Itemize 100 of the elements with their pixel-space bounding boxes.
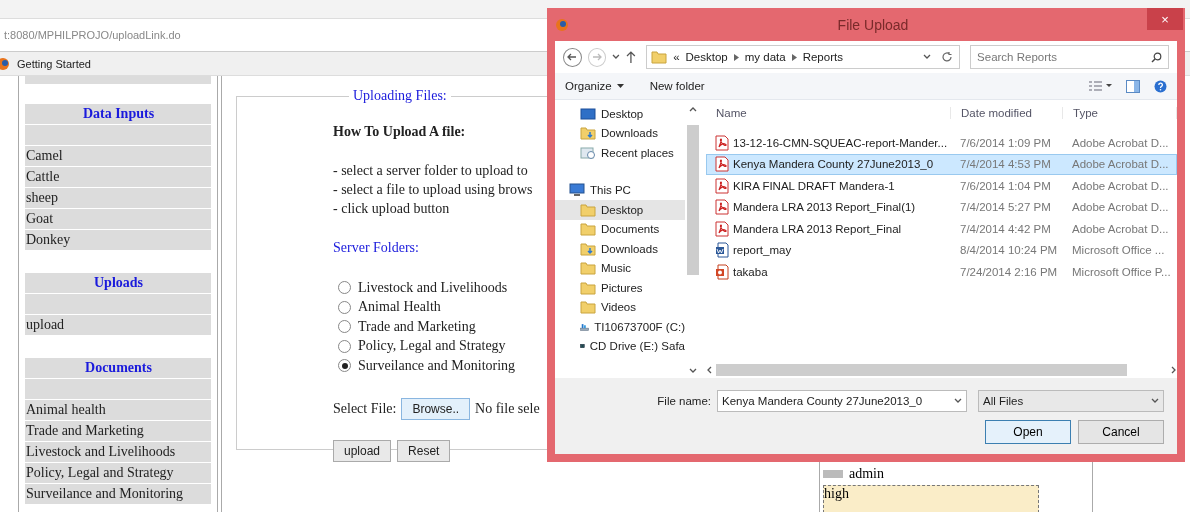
radio-label[interactable]: Livestock and Livelihoods	[358, 279, 508, 296]
file-date: 7/6/2014 1:09 PM	[959, 136, 1052, 149]
column-header[interactable]: Type	[1063, 107, 1177, 119]
view-options-icon[interactable]	[1088, 80, 1112, 92]
radio-label[interactable]: Policy, Legal and Strategy	[358, 338, 506, 355]
path-segment[interactable]: Desktop	[685, 51, 728, 63]
form-button[interactable]: Reset	[397, 439, 451, 462]
file-row[interactable]: KIRA FINAL DRAFT Mandera-1 7/6/2014 1:04 PM Adobe Acrobat D...	[706, 175, 1177, 197]
sidebar-link[interactable]: Policy, Legal and Strategy	[25, 463, 211, 483]
path-segment[interactable]: Reports	[802, 51, 843, 63]
nav-item[interactable]: Pictures	[555, 278, 685, 298]
dropdown-caret-icon[interactable]	[1151, 398, 1159, 404]
search-icon[interactable]	[1151, 51, 1162, 63]
folder-icon	[651, 50, 668, 64]
file-type: Adobe Acrobat D...	[1071, 136, 1170, 149]
file-date: 7/4/2014 5:27 PM	[959, 201, 1052, 214]
file-name-field[interactable]: Kenya Mandera County 27June2013_0	[717, 390, 967, 412]
nav-item[interactable]: Music	[555, 258, 685, 278]
pdf-file-icon	[715, 199, 729, 216]
nav-item[interactable]: Downloads	[555, 123, 685, 143]
folder-icon	[580, 300, 596, 315]
file-name: Mandera LRA 2013 Report_Final(1)	[733, 201, 916, 214]
recent-places-icon	[580, 145, 596, 160]
nav-item[interactable]: Desktop	[555, 104, 685, 124]
nav-item[interactable]: Documents	[555, 219, 685, 239]
address-text[interactable]: t:8080/MPHILPROJO/uploadLink.do	[4, 29, 181, 41]
sidebar-heading: Data Inputs	[25, 104, 211, 124]
scroll-down-icon[interactable]	[688, 368, 697, 374]
file-row[interactable]: report_may 8/4/2014 10:24 PM Microsoft Office ...	[706, 239, 1177, 261]
up-arrow-icon[interactable]	[626, 51, 637, 63]
scrollbar-thumb[interactable]	[686, 125, 699, 275]
dropdown-caret-icon[interactable]	[923, 54, 932, 60]
radio-button[interactable]	[338, 300, 351, 314]
nav-item[interactable]: Desktop	[555, 200, 685, 220]
sidebar-link[interactable]: Trade and Marketing	[25, 421, 211, 441]
preview-pane-icon[interactable]	[1126, 79, 1140, 93]
sidebar-link[interactable]: upload	[25, 315, 211, 335]
dialog-button[interactable]: Cancel	[1078, 420, 1164, 444]
section-legend: Uploading Files:	[349, 88, 451, 104]
column-header[interactable]: Date modified	[951, 107, 1063, 119]
nav-item[interactable]: Recent places	[555, 143, 685, 163]
scrollbar-thumb[interactable]	[716, 364, 1127, 376]
sidebar-heading: Uploads	[25, 273, 211, 293]
file-row[interactable]: Mandera LRA 2013 Report_Final(1) 7/4/2014 5:27 PM Adobe Acrobat D...	[706, 196, 1177, 218]
sidebar-link[interactable]: sheep	[25, 188, 211, 208]
radio-label[interactable]: Animal Health	[358, 299, 441, 316]
file-row[interactable]: 13-12-16-CMN-SQUEAC-report-Mander... 7/6/2014 1:09 PM Adobe Acrobat D...	[706, 132, 1177, 154]
sidebar-link[interactable]: Camel	[25, 146, 211, 166]
nav-item[interactable]: This PC	[555, 180, 685, 200]
sidebar-link[interactable]: Donkey	[25, 230, 211, 250]
dropdown-caret-icon[interactable]	[616, 84, 624, 88]
nav-item[interactable]: TI10673700F (C:)	[555, 317, 685, 337]
file-name: report_may	[733, 244, 792, 257]
nav-item[interactable]: CD Drive (E:) Safa	[555, 336, 685, 356]
radio-button[interactable]	[338, 320, 351, 334]
radio-label[interactable]: Trade and Marketing	[358, 318, 476, 335]
sidebar-link[interactable]: Surveilance and Monitoring	[25, 484, 211, 504]
pdf-file-icon	[715, 134, 729, 151]
radio-button[interactable]	[338, 359, 351, 373]
form-button[interactable]: upload	[333, 439, 392, 462]
file-row[interactable]: Kenya Mandera County 27June2013_0 7/4/2014 4:53 PM Adobe Acrobat D...	[706, 153, 1177, 175]
scroll-up-icon[interactable]	[688, 106, 697, 112]
search-field[interactable]: Search Reports	[970, 45, 1169, 69]
path-prefix[interactable]: «	[673, 51, 680, 63]
sidebar-link[interactable]: Cattle	[25, 167, 211, 187]
chevron-icon	[733, 53, 739, 61]
file-row[interactable]: takaba 7/24/2014 2:16 PM Microsoft Office P...	[706, 261, 1177, 283]
browse-button[interactable]: Browse..	[401, 397, 471, 420]
scroll-left-icon[interactable]	[706, 366, 712, 374]
downloads-folder-icon	[580, 126, 596, 141]
sidebar-link[interactable]: Animal health	[25, 400, 211, 420]
help-icon[interactable]	[1154, 79, 1167, 93]
file-name: Mandera LRA 2013 Report_Final	[733, 222, 902, 235]
file-row[interactable]: Mandera LRA 2013 Report_Final 7/4/2014 4:42 PM Adobe Acrobat D...	[706, 218, 1177, 240]
scroll-right-icon[interactable]	[1171, 366, 1177, 374]
radio-label[interactable]: Surveilance and Monitoring	[358, 357, 516, 374]
sidebar-link[interactable]: Goat	[25, 209, 211, 229]
column-header[interactable]: Name	[706, 107, 951, 119]
radio-button[interactable]	[338, 339, 351, 353]
close-button[interactable]: ×	[1147, 8, 1183, 30]
sidebar-link[interactable]: Livestock and Livelihoods	[25, 442, 211, 462]
toolbar-button[interactable]: Organize	[565, 80, 612, 92]
refresh-icon[interactable]	[941, 51, 954, 63]
path-bar[interactable]: « Desktop my data Reports	[646, 45, 961, 69]
file-name: Kenya Mandera County 27June2013_0	[733, 158, 934, 171]
dropdown-caret-icon[interactable]	[954, 398, 962, 404]
history-caret-icon[interactable]	[612, 54, 621, 60]
note-field[interactable]: high	[823, 484, 1039, 512]
radio-button[interactable]	[338, 281, 351, 295]
nav-item[interactable]: Downloads	[555, 239, 685, 259]
file-type-select[interactable]: All Files	[978, 390, 1164, 412]
toolbar-button[interactable]: New folder	[649, 80, 705, 92]
horizontal-scrollbar[interactable]	[706, 362, 1177, 378]
path-segment[interactable]: my data	[744, 51, 786, 63]
bookmark-link[interactable]: Getting Started	[17, 57, 91, 70]
file-name: takaba	[733, 265, 768, 278]
pdf-file-icon	[715, 177, 729, 194]
dialog-button[interactable]: Open	[985, 420, 1071, 444]
nav-item[interactable]: Videos	[555, 297, 685, 317]
back-arrow-icon[interactable]	[567, 53, 578, 61]
